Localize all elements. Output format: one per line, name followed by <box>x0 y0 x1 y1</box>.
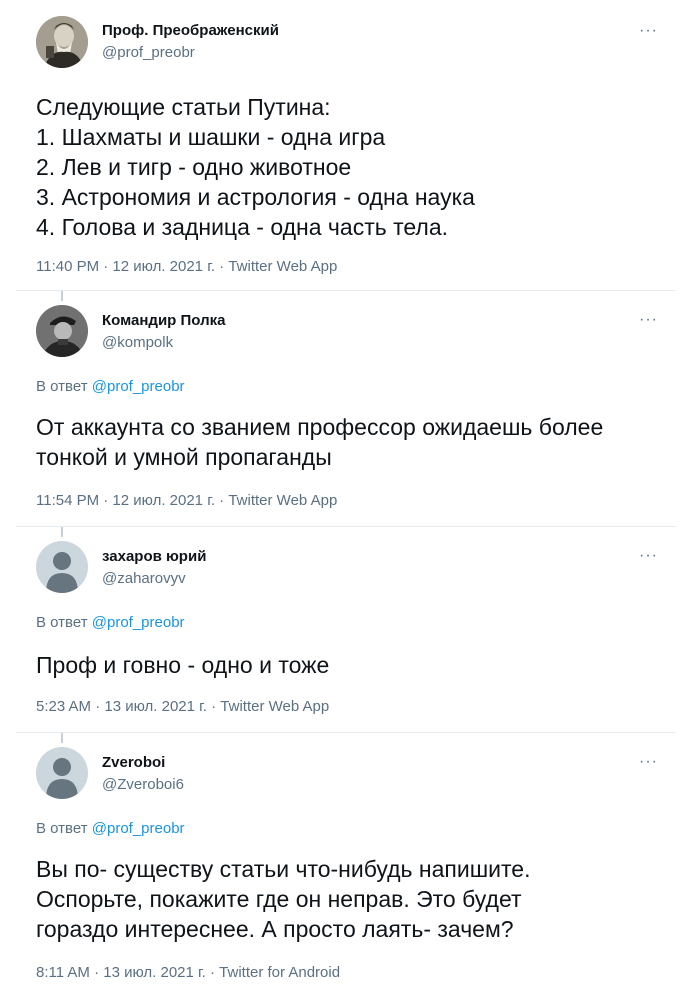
more-options-icon[interactable]: ··· <box>639 312 658 328</box>
tweet-timestamp[interactable]: 5:23 AM · 13 июл. 2021 г. · Twitter Web … <box>36 698 329 715</box>
reply-label: В ответ <box>36 614 92 631</box>
tweet-source-app[interactable]: Twitter for Android <box>219 964 340 981</box>
reply-label: В ответ <box>36 378 92 395</box>
reply-context: В ответ @prof_preobr <box>36 820 185 837</box>
tweet-text: Проф и говно - одно и тоже <box>36 650 656 680</box>
tweet-time[interactable]: 5:23 AM · 13 июл. 2021 г. · <box>36 698 220 715</box>
tweet-timestamp[interactable]: 8:11 AM · 13 июл. 2021 г. · Twitter for … <box>36 964 340 981</box>
reply-thread: Проф. Преображенский @prof_preobr ··· Сл… <box>0 0 680 994</box>
display-name[interactable]: Командир Полка <box>102 312 225 329</box>
tweet-text-line: 4. Голова и задница - одна часть тела. <box>36 214 449 240</box>
more-options-icon[interactable]: ··· <box>639 548 658 564</box>
tweet-text-line: Вы по- существу статьи что-нибудь напиши… <box>36 856 531 882</box>
tweet-text-line: гораздо интереснее. А просто лаять- заче… <box>36 916 514 942</box>
display-name[interactable]: Проф. Преображенский <box>102 22 279 39</box>
tweet-text-line: 1. Шахматы и шашки - одна игра <box>36 124 386 150</box>
reply-mention-link[interactable]: @prof_preobr <box>92 614 185 631</box>
tweet-text-line: 2. Лев и тигр - одно животное <box>36 154 352 180</box>
more-options-icon[interactable]: ··· <box>639 754 658 770</box>
tweet-text-line: тонкой и умной пропаганды <box>36 444 332 470</box>
tweet-timestamp[interactable]: 11:40 PM · 12 июл. 2021 г. · Twitter Web… <box>36 258 337 275</box>
user-handle[interactable]: @kompolk <box>102 334 173 351</box>
tweet[interactable]: Проф. Преображенский @prof_preobr ··· Сл… <box>0 0 680 290</box>
tweet-text: Следующие статьи Путина: 1. Шахматы и ша… <box>36 92 656 242</box>
tweet-timestamp[interactable]: 11:54 PM · 12 июл. 2021 г. · Twitter Web… <box>36 492 337 509</box>
user-handle[interactable]: @prof_preobr <box>102 44 195 61</box>
avatar[interactable] <box>36 541 88 593</box>
user-handle[interactable]: @Zveroboi6 <box>102 776 184 793</box>
tweet-time[interactable]: 11:54 PM · 12 июл. 2021 г. · <box>36 492 228 509</box>
tweet-source-app[interactable]: Twitter Web App <box>228 492 337 509</box>
tweet-text: От аккаунта со званием профессор ожидаеш… <box>36 412 656 472</box>
tweet-time[interactable]: 8:11 AM · 13 июл. 2021 г. · <box>36 964 219 981</box>
tweet-text: Вы по- существу статьи что-нибудь напиши… <box>36 854 656 944</box>
tweet-text-line: Проф и говно - одно и тоже <box>36 652 330 678</box>
display-name[interactable]: Zveroboi <box>102 754 165 771</box>
reply-context: В ответ @prof_preobr <box>36 378 185 395</box>
tweet-source-app[interactable]: Twitter Web App <box>228 258 337 275</box>
user-handle[interactable]: @zaharovyv <box>102 570 186 587</box>
avatar[interactable] <box>36 305 88 357</box>
display-name[interactable]: захаров юрий <box>102 548 206 565</box>
reply-label: В ответ <box>36 820 92 837</box>
tweet-source-app[interactable]: Twitter Web App <box>220 698 329 715</box>
reply-context: В ответ @prof_preobr <box>36 614 185 631</box>
tweet-text-line: 3. Астрономия и астрология - одна наука <box>36 184 475 210</box>
tweet-text-line: Следующие статьи Путина: <box>36 94 331 120</box>
tweet[interactable]: Командир Полка @kompolk ··· В ответ @pro… <box>0 290 680 526</box>
avatar[interactable] <box>36 747 88 799</box>
tweet-time[interactable]: 11:40 PM · 12 июл. 2021 г. · <box>36 258 228 275</box>
tweet-text-line: Оспорьте, покажите где он неправ. Это бу… <box>36 886 522 912</box>
default-avatar-icon <box>36 541 88 593</box>
tweet-text-line: От аккаунта со званием профессор ожидаеш… <box>36 414 604 440</box>
tweet[interactable]: Zveroboi @Zveroboi6 ··· В ответ @prof_pr… <box>0 732 680 994</box>
more-options-icon[interactable]: ··· <box>639 23 658 39</box>
default-avatar-icon <box>36 747 88 799</box>
reply-mention-link[interactable]: @prof_preobr <box>92 378 185 395</box>
reply-mention-link[interactable]: @prof_preobr <box>92 820 185 837</box>
avatar[interactable] <box>36 16 88 68</box>
tweet[interactable]: захаров юрий @zaharovyv ··· В ответ @pro… <box>0 526 680 732</box>
